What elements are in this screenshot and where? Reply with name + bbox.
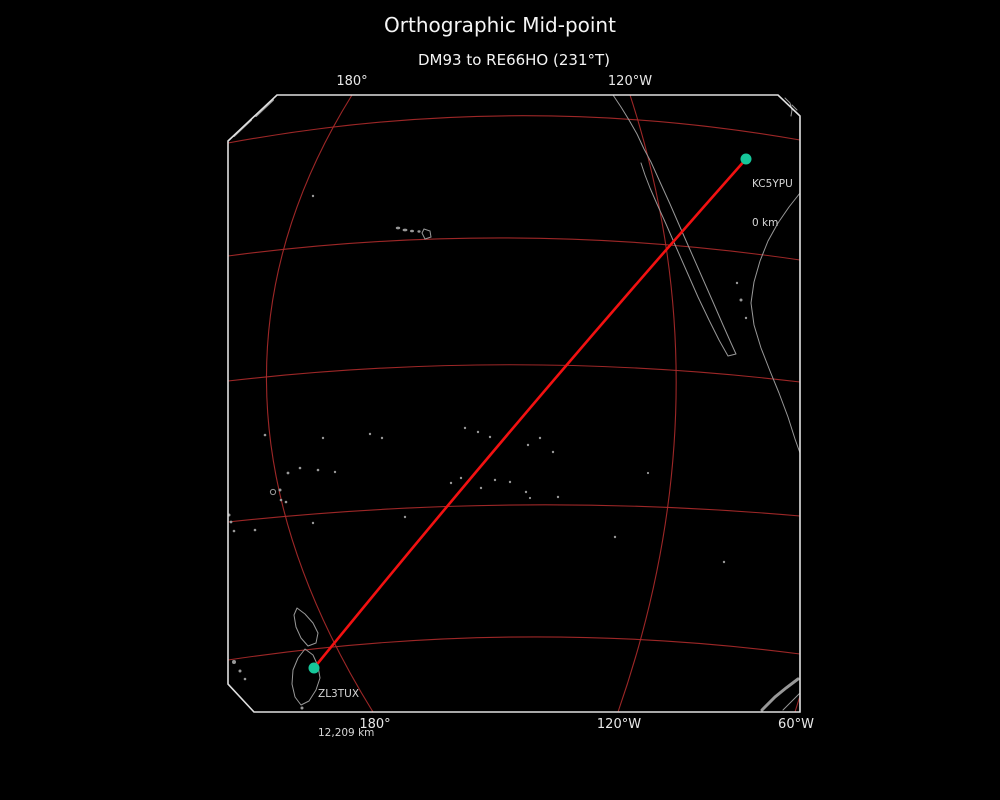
coastlines (228, 95, 801, 710)
marker-distance: 0 km (752, 217, 793, 230)
graticule-parallel (228, 505, 800, 522)
island-specks (228, 195, 726, 563)
graticule-parallels (228, 116, 800, 660)
map-border (228, 95, 800, 712)
axis-label-bottom-60w: 60°W (778, 717, 814, 732)
axis-label-bottom-120w: 120°W (597, 717, 641, 732)
graticule-parallel (228, 365, 800, 382)
graticule-meridian-180 (266, 95, 373, 712)
marker-dot-kc5ypu (741, 154, 752, 165)
map-canvas (0, 0, 1000, 800)
orthographic-map-figure: Orthographic Mid-point DM93 to RE66HO (2… (0, 0, 1000, 800)
marker-distance: 12,209 km (318, 727, 374, 740)
great-circle-path (314, 159, 746, 668)
marker-callsign: ZL3TUX (318, 688, 374, 701)
graticule-meridian-120w (618, 95, 676, 712)
axis-label-top-180: 180° (336, 74, 367, 89)
figure-title: Orthographic Mid-point (384, 13, 616, 37)
graticule-parallel (228, 238, 800, 260)
axis-label-top-120w: 120°W (608, 74, 652, 89)
figure-subtitle: DM93 to RE66HO (231°T) (418, 51, 610, 69)
marker-label-kc5ypu: KC5YPU 0 km (752, 152, 793, 256)
marker-label-zl3tux: ZL3TUX 12,209 km (318, 662, 374, 766)
marker-callsign: KC5YPU (752, 178, 793, 191)
graticule-parallel (228, 116, 800, 143)
